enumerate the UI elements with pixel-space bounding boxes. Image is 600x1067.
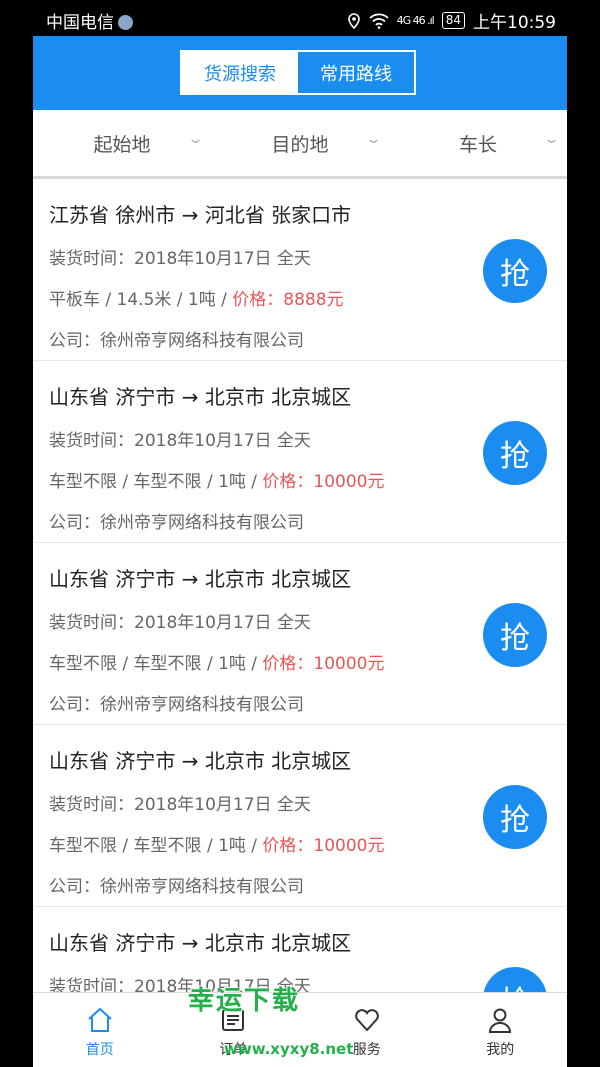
battery-icon: 84 <box>441 12 465 29</box>
app-screen: 货源搜索 常用路线 起始地 ⌄ 目的地 ⌄ 车长 ⌄ 江苏省 徐州市 → 河北省… <box>33 36 567 1067</box>
price-text: 价格：8888元 <box>232 290 344 310</box>
header: 货源搜索 常用路线 <box>33 36 567 110</box>
loading-time: 装货时间：2018年10月17日 全天 <box>49 795 311 815</box>
carrier-label: 中国电信 <box>46 8 133 33</box>
company-text: 公司：徐州帝亨网络科技有限公司 <box>49 331 304 351</box>
chevron-down-icon: ⌄ <box>542 132 561 147</box>
tab-home-label: 首页 <box>85 1042 114 1058</box>
vehicle-info: 车型不限 / 车型不限 / 1吨 / 价格：10000元 <box>49 836 385 856</box>
filter-destination-label: 目的地 <box>271 133 329 156</box>
home-icon <box>88 1007 112 1032</box>
heart-icon <box>354 1009 379 1032</box>
status-right: 4G 46 .ıl 84 上午10:59 <box>347 8 556 33</box>
route-text: 山东省 济宁市 → 北京市 北京城区 <box>49 749 352 773</box>
grab-button[interactable]: 抢 <box>483 785 547 849</box>
segmented-control: 货源搜索 常用路线 <box>180 50 416 95</box>
route-text: 山东省 济宁市 → 北京市 北京城区 <box>49 931 352 955</box>
filter-vehicle-length-label: 车长 <box>458 133 497 156</box>
filter-destination[interactable]: 目的地 ⌄ <box>211 110 389 176</box>
tab-services-label: 服务 <box>352 1042 381 1058</box>
route-text: 山东省 济宁市 → 北京市 北京城区 <box>49 567 352 591</box>
route-text: 江苏省 徐州市 → 河北省 张家口市 <box>49 203 352 227</box>
grab-button[interactable]: 抢 <box>483 421 547 485</box>
vehicle-info: 车型不限 / 车型不限 / 1吨 / 价格：10000元 <box>49 654 385 674</box>
chevron-down-icon: ⌄ <box>364 132 383 147</box>
price-text: 价格：10000元 <box>262 654 385 674</box>
loading-time: 装货时间：2018年10月17日 全天 <box>49 249 311 269</box>
cargo-list: 江苏省 徐州市 → 河北省 张家口市 装货时间：2018年10月17日 全天 平… <box>33 179 567 1067</box>
tab-profile[interactable]: 我的 <box>434 993 568 1067</box>
location-icon <box>347 12 360 29</box>
filter-origin[interactable]: 起始地 ⌄ <box>33 110 211 176</box>
watermark-logo: 幸运下载 <box>188 986 301 1016</box>
list-item[interactable]: 江苏省 徐州市 → 河北省 张家口市 装货时间：2018年10月17日 全天 平… <box>33 179 567 361</box>
grab-button[interactable]: 抢 <box>483 603 547 667</box>
person-icon <box>489 1008 512 1033</box>
status-bar: 中国电信 4G 46 .ıl 84 上午10:59 <box>0 0 600 36</box>
vehicle-info: 车型不限 / 车型不限 / 1吨 / 价格：10000元 <box>49 472 385 492</box>
filter-origin-label: 起始地 <box>93 133 151 156</box>
list-item[interactable]: 山东省 济宁市 → 北京市 北京城区 装货时间：2018年10月17日 全天 车… <box>33 725 567 907</box>
tab-profile-label: 我的 <box>486 1042 515 1058</box>
company-text: 公司：徐州帝亨网络科技有限公司 <box>49 877 304 897</box>
signal-icon: 4G 46 .ıl <box>396 14 435 27</box>
list-item[interactable]: 山东省 济宁市 → 北京市 北京城区 装货时间：2018年10月17日 全天 车… <box>33 361 567 543</box>
tab-common-routes[interactable]: 常用路线 <box>298 52 414 93</box>
company-text: 公司：徐州帝亨网络科技有限公司 <box>49 695 304 715</box>
filter-bar: 起始地 ⌄ 目的地 ⌄ 车长 ⌄ <box>33 110 567 179</box>
chevron-down-icon: ⌄ <box>186 132 205 147</box>
wifi-icon <box>368 13 389 29</box>
loading-time: 装货时间：2018年10月17日 全天 <box>49 613 311 633</box>
route-text: 山东省 济宁市 → 北京市 北京城区 <box>49 385 352 409</box>
loading-time: 装货时间：2018年10月17日 全天 <box>49 431 311 451</box>
tab-home[interactable]: 首页 <box>33 993 167 1067</box>
list-item[interactable]: 山东省 济宁市 → 北京市 北京城区 装货时间：2018年10月17日 全天 车… <box>33 543 567 725</box>
vehicle-info: 平板车 / 14.5米 / 1吨 / 价格：8888元 <box>49 290 344 310</box>
filter-vehicle-length[interactable]: 车长 ⌄ <box>389 110 567 176</box>
price-text: 价格：10000元 <box>262 836 385 856</box>
watermark-url: www.xyxy8.net <box>224 1040 354 1058</box>
company-text: 公司：徐州帝亨网络科技有限公司 <box>49 513 304 533</box>
clock: 上午10:59 <box>473 13 556 33</box>
grab-button[interactable]: 抢 <box>483 239 547 303</box>
carrier-badge-icon <box>118 15 133 30</box>
tab-cargo-search[interactable]: 货源搜索 <box>182 52 298 93</box>
price-text: 价格：10000元 <box>262 472 385 492</box>
